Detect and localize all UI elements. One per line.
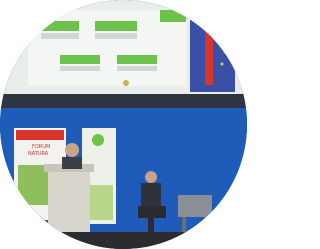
slide-text-lines bbox=[41, 33, 79, 39]
slide-text-lines bbox=[60, 66, 100, 71]
speaker-head bbox=[65, 143, 79, 157]
photo-frame: FORUM NATURA bbox=[0, 0, 247, 249]
slide-corner-badge bbox=[160, 10, 186, 22]
slide-text-lines bbox=[117, 66, 157, 71]
flag-star bbox=[216, 40, 220, 44]
chair-leg bbox=[204, 217, 208, 239]
slide-box-bottom-left bbox=[60, 55, 100, 64]
slide-box-top-left bbox=[41, 21, 79, 31]
chair-leg bbox=[182, 217, 186, 239]
flag-star bbox=[223, 50, 227, 54]
slide-box-top-right bbox=[95, 21, 137, 31]
slide-logo bbox=[123, 80, 129, 86]
flag-red-stripe bbox=[205, 30, 213, 85]
banner-logo bbox=[92, 134, 104, 146]
conference-stage-photo: FORUM NATURA bbox=[0, 0, 247, 249]
seated-person-head bbox=[145, 171, 157, 183]
empty-chair bbox=[178, 195, 212, 217]
stage-floor bbox=[0, 232, 247, 249]
banner-text-line1: FORUM bbox=[32, 144, 50, 150]
circular-photo: FORUM NATURA bbox=[0, 0, 247, 249]
flag-star bbox=[220, 62, 224, 66]
ceiling-strip bbox=[0, 92, 247, 108]
banner-red-band bbox=[16, 130, 64, 140]
speaker-body bbox=[62, 157, 82, 169]
slide-box-bottom-right bbox=[117, 55, 157, 64]
seated-person-body bbox=[141, 183, 161, 209]
plant bbox=[0, 200, 14, 240]
banner-text-line2: NATURA bbox=[28, 151, 49, 157]
slide-text-lines bbox=[95, 33, 137, 39]
